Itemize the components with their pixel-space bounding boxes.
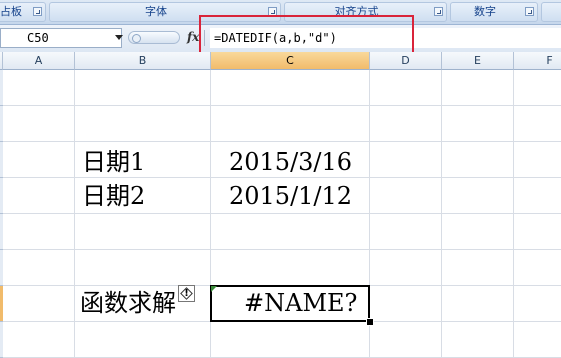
- grid-cell[interactable]: [370, 70, 442, 106]
- grid-cell[interactable]: [442, 70, 514, 106]
- dialog-launcher-icon[interactable]: [525, 7, 534, 16]
- column-header-e[interactable]: E: [442, 52, 514, 70]
- column-header-d[interactable]: D: [370, 52, 442, 70]
- grid-cell[interactable]: [442, 250, 514, 286]
- grid-cell[interactable]: [442, 178, 514, 214]
- cell-b-date2-label[interactable]: 日期2: [82, 182, 145, 210]
- formula-highlight-box: [199, 15, 414, 56]
- cell-b-func-label[interactable]: 函数求解: [80, 289, 176, 317]
- ribbon-group-label: 数字: [474, 5, 496, 18]
- grid-cell[interactable]: [370, 142, 442, 178]
- cell-c-date2-value[interactable]: 2015/1/12: [229, 182, 352, 210]
- column-header-f[interactable]: F: [514, 52, 561, 70]
- grid-cell[interactable]: [514, 250, 561, 286]
- active-cell-border[interactable]: [210, 285, 370, 322]
- grid-cell[interactable]: [75, 106, 211, 142]
- warning-exclamation: !: [184, 288, 189, 299]
- chevron-down-icon[interactable]: [115, 35, 123, 40]
- grid-cell[interactable]: [370, 214, 442, 250]
- column-header-a[interactable]: A: [3, 52, 75, 70]
- grid-cell[interactable]: [75, 70, 211, 106]
- grid-cell[interactable]: [442, 286, 514, 322]
- ribbon-group-number: 数字: [450, 2, 538, 22]
- cell-b-date1-label[interactable]: 日期1: [82, 148, 145, 176]
- grid-cell[interactable]: [75, 322, 211, 358]
- grid-cell[interactable]: [370, 286, 442, 322]
- grid-cell[interactable]: [442, 214, 514, 250]
- name-box[interactable]: C50: [0, 28, 122, 48]
- grid-cell[interactable]: [3, 142, 75, 178]
- grid-cell[interactable]: [514, 322, 561, 358]
- ribbon-group-label: 占板: [0, 5, 22, 18]
- grid-cell[interactable]: [3, 106, 75, 142]
- grid-cell[interactable]: [370, 322, 442, 358]
- grid-cell[interactable]: [514, 286, 561, 322]
- grid-cell[interactable]: [514, 106, 561, 142]
- grid-cell[interactable]: [370, 250, 442, 286]
- grid-cell[interactable]: [514, 70, 561, 106]
- cell-c-date1-value[interactable]: 2015/3/16: [229, 148, 352, 176]
- grid-cell[interactable]: [370, 106, 442, 142]
- grid-cell[interactable]: [75, 250, 211, 286]
- grid-cell[interactable]: [3, 178, 75, 214]
- grid-cell[interactable]: [3, 322, 75, 358]
- grid-cell[interactable]: [3, 286, 75, 322]
- grid-cell[interactable]: [211, 70, 370, 106]
- grid-cell[interactable]: [370, 178, 442, 214]
- column-header-b[interactable]: B: [75, 52, 211, 70]
- dialog-launcher-icon[interactable]: [434, 7, 443, 16]
- grid-cell[interactable]: [211, 250, 370, 286]
- grid-cell[interactable]: [514, 142, 561, 178]
- grid-cell[interactable]: [211, 322, 370, 358]
- grid-cell[interactable]: [3, 70, 75, 106]
- grid-cell[interactable]: [3, 214, 75, 250]
- error-indicator-triangle: [211, 286, 217, 292]
- column-header-c[interactable]: C: [211, 52, 370, 70]
- grid-cell[interactable]: [514, 178, 561, 214]
- grid-cell[interactable]: [442, 322, 514, 358]
- formula-bar-resize-handle[interactable]: [128, 31, 180, 44]
- ribbon-group-styles: [541, 2, 561, 22]
- grid-cell[interactable]: [442, 106, 514, 142]
- grid-cell[interactable]: [514, 214, 561, 250]
- fill-handle[interactable]: [366, 318, 374, 326]
- grid-cell[interactable]: [75, 214, 211, 250]
- ribbon-group-clipboard: 占板: [0, 2, 46, 22]
- grid-cell[interactable]: [211, 106, 370, 142]
- dialog-launcher-icon[interactable]: [33, 7, 42, 16]
- grid-cell[interactable]: [442, 142, 514, 178]
- error-warning-icon[interactable]: !: [178, 285, 195, 302]
- insert-function-icon[interactable]: fx: [187, 30, 199, 44]
- grid-cell[interactable]: [3, 250, 75, 286]
- grid-cell[interactable]: [211, 214, 370, 250]
